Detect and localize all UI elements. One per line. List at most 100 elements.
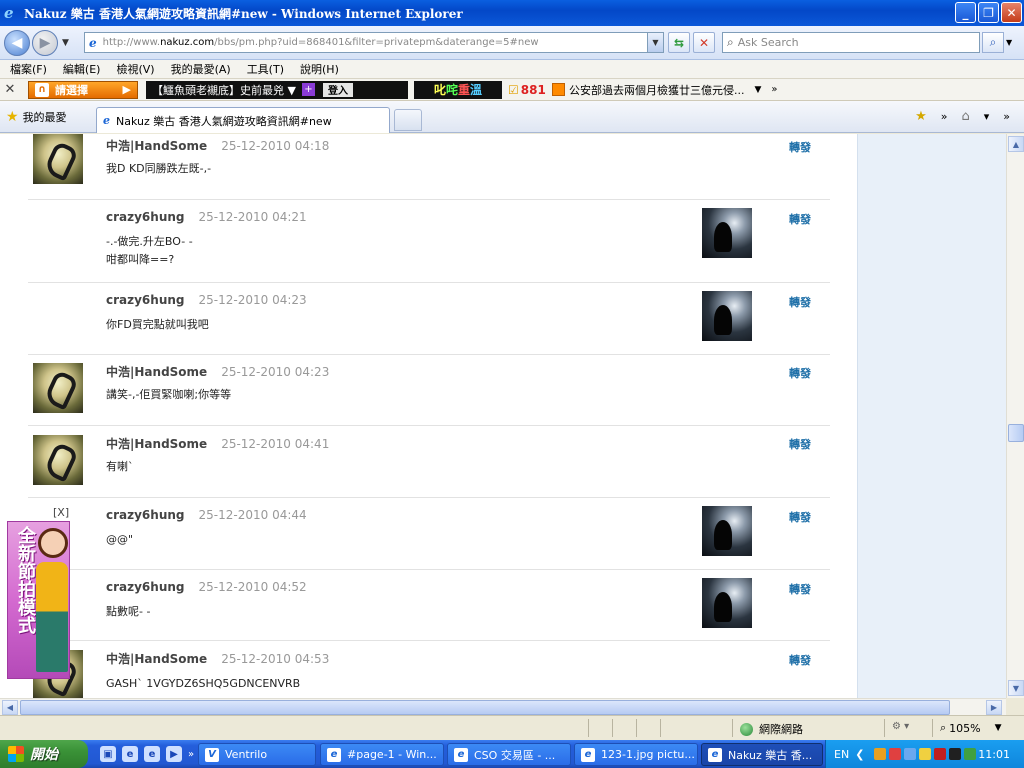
scroll-up-icon[interactable]: ▲ xyxy=(1008,136,1024,152)
menu-favorites[interactable]: 我的最愛(A) xyxy=(171,61,231,77)
restore-button[interactable]: ❐ xyxy=(978,2,999,23)
forward-button[interactable]: ▶ xyxy=(32,29,58,56)
radio-button[interactable]: 叱咤重溫 xyxy=(414,80,502,99)
zoom-control[interactable]: ⌕ 105% ▼ xyxy=(940,721,1002,735)
message-line: 點數呢- - xyxy=(106,605,151,618)
language-indicator[interactable]: EN xyxy=(834,748,849,761)
floating-ad[interactable]: 全新節拍模式 xyxy=(7,521,70,679)
message-user[interactable]: 中浩|HandSome xyxy=(106,365,207,379)
quick-launch-more-icon[interactable]: » xyxy=(188,749,194,760)
avatar[interactable] xyxy=(702,208,752,258)
scroll-thumb[interactable] xyxy=(1008,424,1024,442)
avatar[interactable] xyxy=(33,363,83,413)
stop-icon[interactable]: ✕ xyxy=(693,32,715,53)
menu-file[interactable]: 檔案(F) xyxy=(10,61,47,77)
home-icon[interactable]: ⌂ xyxy=(961,109,969,124)
tray-app-icon[interactable] xyxy=(949,748,962,760)
ad-character-head xyxy=(38,528,68,558)
station-button[interactable]: ☑ 881 xyxy=(508,81,546,99)
forward-link[interactable]: 轉發 xyxy=(789,365,811,381)
message-user[interactable]: crazy6hung xyxy=(106,293,185,307)
login-button[interactable]: 登入 xyxy=(322,82,353,97)
scroll-down-icon[interactable]: ▼ xyxy=(1008,680,1024,696)
message-user[interactable]: 中浩|HandSome xyxy=(106,139,207,153)
address-input[interactable]: e http://www. nakuz.com/bbs/pm.php?uid=86… xyxy=(84,32,664,53)
back-button[interactable]: ◀ xyxy=(4,29,30,56)
vertical-scrollbar[interactable]: ▲ ▼ xyxy=(1006,134,1024,698)
chevron-more-icon[interactable]: » xyxy=(941,110,948,123)
tab-active[interactable]: e Nakuz 樂古 香港人氣網遊攻略資訊網#new xyxy=(96,107,390,133)
protected-mode-icon[interactable]: ⚙ ▾ xyxy=(892,721,909,732)
address-dropdown-icon[interactable]: ▼ xyxy=(647,33,663,52)
media-player-icon[interactable]: ▶ xyxy=(166,746,182,762)
ie-quicklaunch-icon[interactable]: e xyxy=(122,746,138,762)
show-desktop-icon[interactable]: ▣ xyxy=(100,746,116,762)
menu-tools[interactable]: 工具(T) xyxy=(247,61,284,77)
forward-link[interactable]: 轉發 xyxy=(789,509,811,525)
menu-view[interactable]: 檢視(V) xyxy=(116,61,154,77)
task-page-1[interactable]: e #page-1 - Win... xyxy=(320,743,444,766)
choose-button[interactable]: ∩ 請選擇 ▶ xyxy=(28,80,138,99)
refresh-icon[interactable]: ⇆ xyxy=(668,32,690,53)
tray-back-icon[interactable]: ❮ xyxy=(855,748,864,761)
search-go-button[interactable]: ⌕ xyxy=(982,32,1004,53)
news-dropdown-icon[interactable]: ▼ xyxy=(755,85,762,95)
news-feed[interactable]: 公安部過去兩個月檢獲廿三億元侵... ▼ xyxy=(552,82,761,98)
history-dropdown-icon[interactable]: ▼ xyxy=(62,38,69,48)
scroll-right-icon[interactable]: ▶ xyxy=(986,700,1002,715)
message-user[interactable]: crazy6hung xyxy=(106,210,185,224)
task-ventrilo[interactable]: V Ventrilo xyxy=(198,743,316,766)
close-button[interactable]: ✕ xyxy=(1001,2,1022,23)
zoom-dropdown-icon[interactable]: ▼ xyxy=(995,723,1002,733)
search-input[interactable]: ⌕ Ask Search xyxy=(722,32,980,53)
ati-icon[interactable] xyxy=(934,748,947,760)
tab-tools: ★ » ⌂ ▾ » xyxy=(915,109,1010,124)
add-favorite-icon[interactable]: ★ xyxy=(915,109,927,124)
new-tab-button[interactable] xyxy=(394,109,422,131)
warning-icon[interactable] xyxy=(919,748,932,760)
avatar[interactable] xyxy=(33,435,83,485)
plus-icon[interactable]: + xyxy=(301,83,315,96)
minimize-button[interactable]: _ xyxy=(955,2,976,23)
tray-app-icon[interactable] xyxy=(889,748,902,760)
menu-edit[interactable]: 編輯(E) xyxy=(63,61,101,77)
horizontal-scrollbar[interactable]: ◀ ▶ xyxy=(0,698,1006,715)
home-dropdown-icon[interactable]: ▾ xyxy=(984,110,990,123)
ticker-bar[interactable]: 【鱷魚頭老襯底】史前最兇 ▼ + 登入 xyxy=(146,80,408,99)
task-nakuz[interactable]: e Nakuz 樂古 香... xyxy=(701,743,823,766)
forward-link[interactable]: 轉發 xyxy=(789,139,811,155)
avatar[interactable] xyxy=(702,506,752,556)
page-viewport: 中浩|HandSome 25-12-2010 04:18 我D KD同勝跌左既-,… xyxy=(0,134,1006,698)
chevron-more-icon-2[interactable]: » xyxy=(1003,110,1010,123)
search-options-icon[interactable]: ▼ xyxy=(1006,38,1012,47)
task-cso[interactable]: e CSO 交易區 - ... xyxy=(447,743,571,766)
tray-app-icon[interactable] xyxy=(874,748,887,760)
message-user[interactable]: crazy6hung xyxy=(106,508,185,522)
task-label: CSO 交易區 - ... xyxy=(474,748,556,762)
avatar[interactable] xyxy=(702,291,752,341)
forward-link[interactable]: 轉發 xyxy=(789,436,811,452)
ad-close-button[interactable]: [X] xyxy=(53,506,69,519)
message-user[interactable]: crazy6hung xyxy=(106,580,185,594)
security-zone[interactable]: 網際網路 xyxy=(740,721,803,737)
toolbar-close-icon[interactable]: ✕ xyxy=(0,82,20,97)
favorites-button[interactable]: ★ 我的最愛 xyxy=(6,109,67,125)
start-button[interactable]: 開始 xyxy=(0,740,88,768)
message-time: 25-12-2010 04:23 xyxy=(221,365,330,379)
task-picture[interactable]: e 123-1.jpg pictu... xyxy=(574,743,698,766)
network-icon[interactable] xyxy=(904,748,917,760)
message-user[interactable]: 中浩|HandSome xyxy=(106,652,207,666)
forward-link[interactable]: 轉發 xyxy=(789,581,811,597)
menu-help[interactable]: 說明(H) xyxy=(300,61,339,77)
avatar[interactable] xyxy=(33,134,83,184)
forward-link[interactable]: 轉發 xyxy=(789,294,811,310)
forward-link[interactable]: 轉發 xyxy=(789,211,811,227)
tray-app-icon[interactable] xyxy=(964,748,977,760)
hscroll-thumb[interactable] xyxy=(20,700,950,715)
message-user[interactable]: 中浩|HandSome xyxy=(106,437,207,451)
scroll-left-icon[interactable]: ◀ xyxy=(2,700,18,715)
forward-link[interactable]: 轉發 xyxy=(789,652,811,668)
toolbar-more[interactable]: » xyxy=(771,84,777,95)
avatar[interactable] xyxy=(702,578,752,628)
ie-quicklaunch-icon-2[interactable]: e xyxy=(144,746,160,762)
